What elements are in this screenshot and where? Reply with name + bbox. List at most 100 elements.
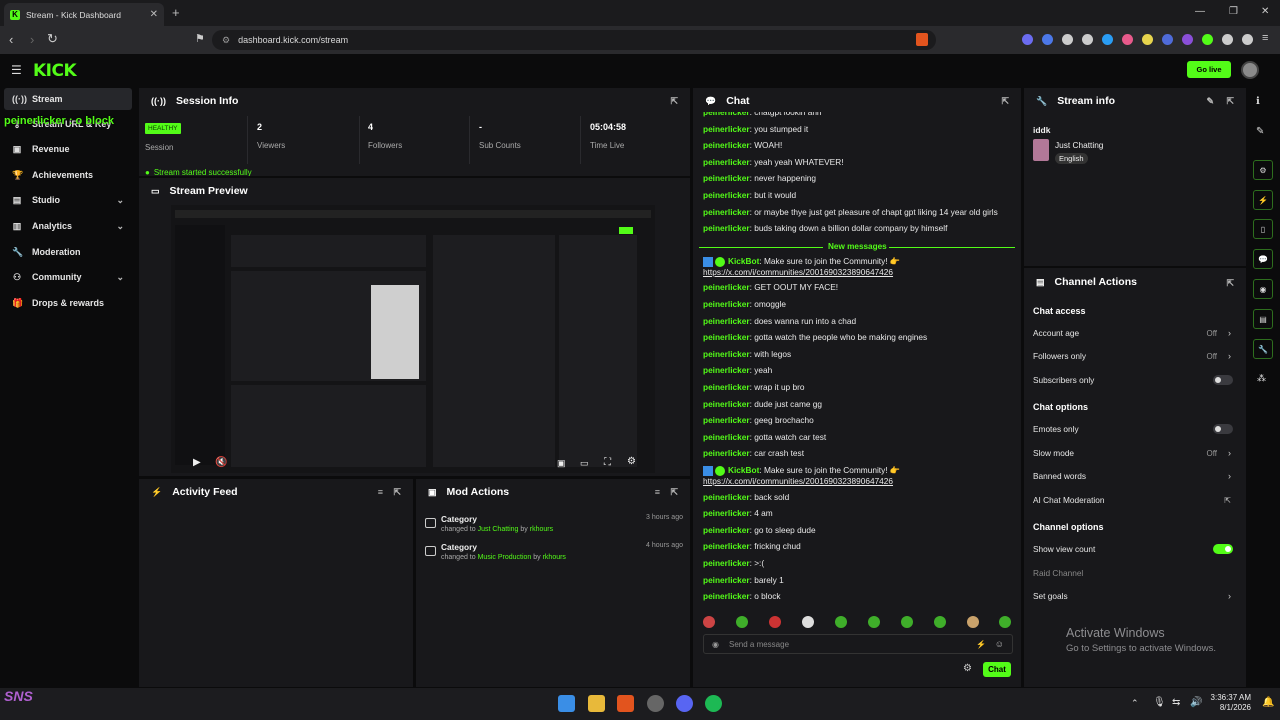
chat-username[interactable]: peinerlicker: [703, 349, 750, 359]
mute-icon[interactable]: 🔇: [215, 457, 227, 468]
settings-icon[interactable]: ⚙: [627, 456, 636, 467]
minimize-icon[interactable]: —: [1195, 6, 1205, 17]
kick-logo[interactable]: KICK: [33, 61, 77, 81]
chat-username[interactable]: peinerlicker: [703, 525, 750, 535]
back-icon[interactable]: ‹: [9, 32, 13, 47]
quick-action-button[interactable]: 💬: [1253, 249, 1273, 269]
quick-action-button[interactable]: ⚡: [1253, 190, 1273, 210]
chat-username[interactable]: peinerlicker: [703, 124, 750, 134]
chat-username[interactable]: peinerlicker: [703, 332, 750, 342]
chat-username[interactable]: peinerlicker: [703, 541, 750, 551]
chat-input[interactable]: ◉ Send a message ⚡ ☺: [703, 634, 1013, 654]
chat-username[interactable]: KickBot: [728, 256, 759, 266]
avatar[interactable]: [1241, 61, 1259, 79]
emote-icon[interactable]: [934, 616, 946, 628]
pip-icon[interactable]: ▣: [557, 458, 566, 469]
sidebar-item-moderation[interactable]: 🔧 Moderation: [4, 241, 132, 263]
chat-username[interactable]: peinerlicker: [703, 575, 750, 585]
chat-username[interactable]: peinerlicker: [703, 558, 750, 568]
browser-menu-icon[interactable]: ≡: [1262, 32, 1268, 44]
browser-tab[interactable]: K Stream - Kick Dashboard ✕: [4, 3, 164, 26]
start-menu-icon[interactable]: [558, 695, 575, 712]
emote-icon[interactable]: [868, 616, 880, 628]
send-chat-button[interactable]: Chat: [983, 662, 1011, 677]
popout-icon[interactable]: ⇱: [393, 487, 401, 498]
discord-icon[interactable]: [676, 695, 693, 712]
close-window-icon[interactable]: ✕: [1261, 6, 1269, 17]
chat-username[interactable]: peinerlicker: [703, 432, 750, 442]
emoji-icon[interactable]: ☺: [995, 639, 1004, 649]
chat-username[interactable]: peinerlicker: [703, 399, 750, 409]
chat-username[interactable]: peinerlicker: [703, 448, 750, 458]
emote-icon[interactable]: [999, 616, 1011, 628]
extension-icon[interactable]: [1042, 34, 1053, 45]
extension-icon[interactable]: [1142, 34, 1153, 45]
emote-icon[interactable]: [835, 616, 847, 628]
info-icon[interactable]: ℹ: [1256, 96, 1260, 107]
chat-username[interactable]: peinerlicker: [703, 112, 750, 117]
sidebar-item-stream[interactable]: ((·)) Stream: [4, 88, 132, 110]
sidebar-item-revenue[interactable]: ▣ Revenue: [4, 138, 132, 160]
chat-username[interactable]: peinerlicker: [703, 282, 750, 292]
chat-username[interactable]: peinerlicker: [703, 415, 750, 425]
sidebar-item-analytics[interactable]: ▥ Analytics ⌄: [4, 215, 132, 237]
go-live-button[interactable]: Go live: [1187, 61, 1231, 78]
slow-mode-row[interactable]: Slow mode Off ›: [1033, 446, 1237, 460]
fullscreen-icon[interactable]: ⛶: [604, 457, 611, 468]
show-view-count-toggle[interactable]: [1213, 544, 1233, 554]
sidebar-item-drops-rewards[interactable]: 🎁 Drops & rewards: [4, 292, 132, 314]
extension-icon[interactable]: [1162, 34, 1173, 45]
extension-icon[interactable]: [1122, 34, 1133, 45]
followers-only-row[interactable]: Followers only Off ›: [1033, 349, 1237, 363]
extension-icon[interactable]: [1202, 34, 1213, 45]
sidebar-item-studio[interactable]: ▤ Studio ⌄: [4, 189, 132, 211]
chat-link[interactable]: https://x.com/i/communities/200169032389…: [703, 476, 893, 486]
popout-icon[interactable]: ⇱: [670, 487, 678, 498]
chat-username[interactable]: peinerlicker: [703, 207, 750, 217]
chat-username[interactable]: peinerlicker: [703, 299, 750, 309]
bookmark-icon[interactable]: ⚑: [195, 32, 205, 45]
chat-username[interactable]: peinerlicker: [703, 190, 750, 200]
volume-icon[interactable]: 🔊: [1190, 697, 1202, 708]
popout-icon[interactable]: ⇱: [1226, 278, 1234, 289]
extensions-puzzle-icon[interactable]: [1222, 34, 1233, 45]
extension-icon[interactable]: [1082, 34, 1093, 45]
chat-username[interactable]: KickBot: [728, 465, 759, 475]
file-explorer-icon[interactable]: [588, 695, 605, 712]
sidebar-item-community[interactable]: ⚇ Community ⌄: [4, 266, 132, 288]
microphone-icon[interactable]: 🎙: [1153, 697, 1166, 708]
extension-icon[interactable]: [1062, 34, 1073, 45]
close-tab-icon[interactable]: ✕: [150, 9, 158, 20]
theater-icon[interactable]: ▭: [580, 458, 589, 469]
more-actions-icon[interactable]: ⁂: [1257, 373, 1266, 384]
chat-username[interactable]: peinerlicker: [703, 316, 750, 326]
site-info-icon[interactable]: ⚙: [222, 35, 230, 46]
chat-username[interactable]: peinerlicker: [703, 382, 750, 392]
chat-username[interactable]: peinerlicker: [703, 157, 750, 167]
maximize-icon[interactable]: ❐: [1229, 6, 1238, 17]
play-icon[interactable]: ▶: [193, 457, 201, 468]
sidebar-item-achievements[interactable]: 🏆 Achievements: [4, 164, 132, 186]
quick-action-button[interactable]: ▤: [1253, 309, 1273, 329]
emotes-only-toggle[interactable]: [1213, 424, 1233, 434]
network-icon[interactable]: ⇆: [1172, 697, 1180, 708]
chat-username[interactable]: peinerlicker: [703, 591, 750, 601]
quick-action-button[interactable]: ⚙: [1253, 160, 1273, 180]
chat-link[interactable]: https://x.com/i/communities/200169032389…: [703, 267, 893, 277]
raid-channel-row[interactable]: Raid Channel: [1033, 566, 1237, 580]
quick-action-button[interactable]: ◉: [1253, 279, 1273, 299]
extension-icon[interactable]: [1102, 34, 1113, 45]
popout-icon[interactable]: ⇱: [670, 96, 678, 107]
forward-icon[interactable]: ›: [30, 32, 34, 47]
new-tab-icon[interactable]: +: [172, 5, 180, 20]
chat-username[interactable]: peinerlicker: [703, 365, 750, 375]
chat-username[interactable]: peinerlicker: [703, 140, 750, 150]
extension-icon[interactable]: [1182, 34, 1193, 45]
chat-settings-icon[interactable]: ⚙: [963, 663, 972, 674]
url-bar[interactable]: ⚙ dashboard.kick.com/stream: [212, 30, 936, 50]
emote-icon[interactable]: [967, 616, 979, 628]
extension-icon[interactable]: [1022, 34, 1033, 45]
category-link[interactable]: Music Production: [478, 554, 532, 561]
brave-browser-icon[interactable]: [617, 695, 634, 712]
brave-shield-icon[interactable]: [916, 33, 928, 46]
